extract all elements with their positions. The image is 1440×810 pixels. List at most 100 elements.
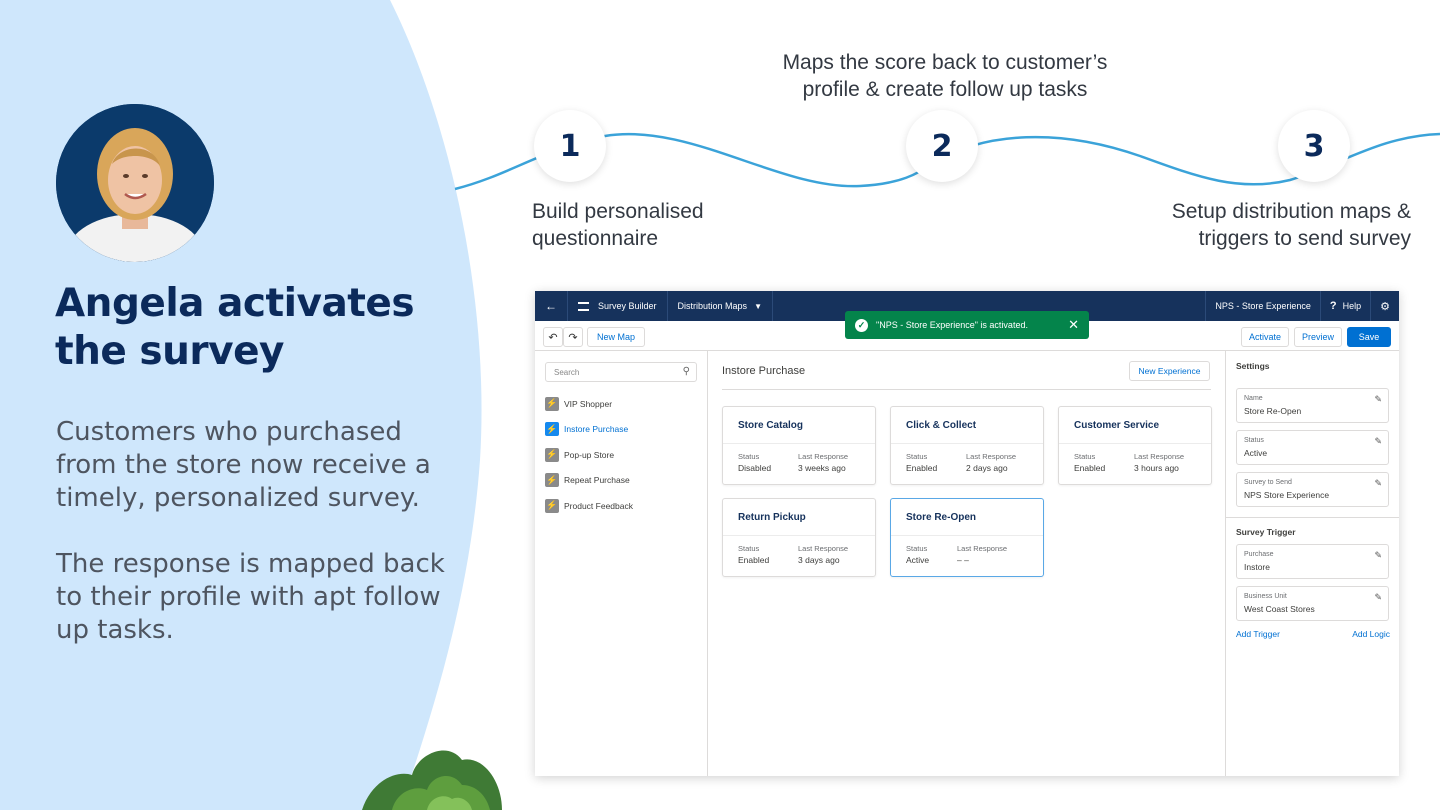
business-unit-field[interactable]: Business Unit West Coast Stores ✎: [1236, 586, 1389, 621]
field-value: Store Re-Open: [1244, 406, 1302, 416]
status-value: Active: [906, 555, 930, 565]
sidebar-item-label: Pop-up Store: [564, 449, 615, 460]
field-label: Purchase: [1244, 551, 1274, 558]
gear-icon[interactable]: ⚙: [1370, 291, 1399, 321]
experience-card[interactable]: Return Pickup Status Last Response Enabl…: [722, 498, 876, 577]
redo-button[interactable]: ↷: [563, 327, 583, 347]
close-icon[interactable]: ✕: [1068, 317, 1079, 333]
search-placeholder: Search: [554, 368, 580, 377]
card-title: Store Re-Open: [906, 512, 977, 523]
pencil-icon[interactable]: ✎: [1374, 436, 1382, 447]
step-3-caption: Setup distribution maps & triggers to se…: [1171, 200, 1411, 250]
tab-distribution-maps[interactable]: Distribution Maps ▼: [668, 291, 773, 321]
sidebar-item-product-feedback[interactable]: ⚡ Product Feedback: [545, 493, 633, 519]
sidebar-item-label: VIP Shopper: [564, 398, 613, 409]
last-response-label: Last Response: [957, 544, 1008, 553]
pencil-icon[interactable]: ✎: [1374, 550, 1382, 561]
activate-button[interactable]: Activate: [1241, 327, 1289, 347]
app-launcher[interactable]: Survey Builder: [568, 291, 668, 321]
lightning-icon: ⚡: [545, 447, 559, 462]
card-divider: [891, 535, 1043, 536]
toast-message: "NPS - Store Experience" is activated.: [876, 320, 1028, 330]
status-field[interactable]: Status Active ✎: [1236, 430, 1389, 465]
settings-panel: Settings Name Store Re-Open ✎ Status Act…: [1225, 351, 1399, 776]
field-value: Instore: [1244, 562, 1270, 572]
survey-to-send-field[interactable]: Survey to Send NPS Store Experience ✎: [1236, 472, 1389, 507]
sidebar-item-label: Repeat Purchase: [564, 475, 630, 486]
step-1-caption: Build personalised questionnaire: [532, 200, 704, 250]
survey-builder-window: ← Survey Builder Distribution Maps ▼ NPS…: [535, 291, 1399, 776]
lightning-icon: ⚡: [545, 396, 559, 411]
back-icon[interactable]: ←: [535, 291, 568, 321]
new-experience-button[interactable]: New Experience: [1129, 361, 1210, 381]
pencil-icon[interactable]: ✎: [1374, 592, 1382, 603]
field-label: Business Unit: [1244, 593, 1287, 600]
add-trigger-link[interactable]: Add Trigger: [1236, 629, 1280, 639]
status-value: Enabled: [738, 555, 770, 565]
experience-card[interactable]: Customer Service Status Last Response En…: [1058, 406, 1212, 485]
help-icon: ?: [1329, 300, 1337, 312]
step-2-badge: 2: [906, 110, 978, 182]
field-label: Survey to Send: [1244, 479, 1292, 486]
last-response-value: 3 weeks ago: [798, 463, 846, 473]
chevron-down-icon: ▼: [754, 301, 762, 311]
field-label: Status: [1244, 437, 1264, 444]
tab-label: Distribution Maps: [677, 301, 748, 311]
page-title: Instore Purchase: [722, 365, 806, 377]
settings-heading: Settings: [1236, 361, 1270, 371]
main-panel: Instore Purchase New Experience Store Ca…: [708, 351, 1225, 776]
last-response-value: – –: [957, 555, 969, 565]
purchase-field[interactable]: Purchase Instore ✎: [1236, 544, 1389, 579]
name-field[interactable]: Name Store Re-Open ✎: [1236, 388, 1389, 423]
step-3-badge: 3: [1278, 110, 1350, 182]
activation-toast: ✓ "NPS - Store Experience" is activated.…: [845, 311, 1089, 339]
survey-trigger-heading: Survey Trigger: [1236, 527, 1296, 537]
sidebar-nav: ⚡ VIP Shopper ⚡ Instore Purchase ⚡ Pop-up S…: [545, 391, 633, 519]
last-response-label: Last Response: [798, 544, 849, 553]
lightning-icon: ⚡: [545, 473, 559, 488]
record-name: NPS - Store Experience: [1205, 291, 1320, 321]
pencil-icon[interactable]: ✎: [1374, 394, 1382, 405]
status-label: Status: [906, 544, 928, 553]
lightning-icon: ⚡: [545, 422, 559, 437]
new-map-button[interactable]: New Map: [587, 327, 645, 347]
card-title: Click & Collect: [906, 420, 977, 431]
title-divider: [722, 389, 1211, 390]
experience-card[interactable]: Click & Collect Status Last Response Ena…: [890, 406, 1044, 485]
card-title: Store Catalog: [738, 420, 804, 431]
save-button[interactable]: Save: [1347, 327, 1391, 347]
help-button[interactable]: ? Help: [1319, 291, 1370, 321]
sidebar-item-label: Instore Purchase: [564, 424, 629, 435]
sidebar-item-vip-shopper[interactable]: ⚡ VIP Shopper: [545, 391, 633, 417]
step-1-badge: 1: [534, 110, 606, 182]
pencil-icon[interactable]: ✎: [1374, 478, 1382, 489]
last-response-value: 2 days ago: [966, 463, 1008, 473]
add-logic-link[interactable]: Add Logic: [1352, 629, 1390, 639]
last-response-value: 3 hours ago: [1134, 463, 1179, 473]
avatar: [56, 104, 214, 262]
preview-button[interactable]: Preview: [1294, 327, 1342, 347]
app-name: Survey Builder: [598, 301, 657, 311]
search-input[interactable]: Search ⚲: [545, 362, 697, 382]
sidebar-item-instore-purchase[interactable]: ⚡ Instore Purchase: [545, 417, 633, 443]
field-value: NPS Store Experience: [1244, 490, 1330, 500]
status-value: Disabled: [738, 463, 772, 473]
undo-button[interactable]: ↶: [543, 327, 563, 347]
headline: Angela activates the survey: [55, 281, 415, 374]
experience-card-selected[interactable]: Store Re-Open Status Last Response Activ…: [890, 498, 1044, 577]
search-icon: ⚲: [682, 366, 690, 377]
field-value: West Coast Stores: [1244, 604, 1315, 614]
settings-divider: [1226, 517, 1399, 518]
sidebar-item-popup-store[interactable]: ⚡ Pop-up Store: [545, 442, 633, 468]
plant-illustration: [362, 750, 502, 810]
step-2-caption: Maps the score back to customer’s profil…: [782, 51, 1108, 101]
last-response-value: 3 days ago: [798, 555, 840, 565]
card-title: Return Pickup: [738, 512, 806, 523]
card-divider: [1059, 443, 1211, 444]
status-value: Enabled: [906, 463, 938, 473]
app-body: Search ⚲ ⚡ VIP Shopper ⚡ Instore Purchase …: [535, 351, 1399, 776]
sidebar-item-repeat-purchase[interactable]: ⚡ Repeat Purchase: [545, 468, 633, 494]
sidebar: Search ⚲ ⚡ VIP Shopper ⚡ Instore Purchase …: [535, 351, 708, 776]
experience-card[interactable]: Store Catalog Status Last Response Disab…: [722, 406, 876, 485]
last-response-label: Last Response: [966, 452, 1017, 461]
